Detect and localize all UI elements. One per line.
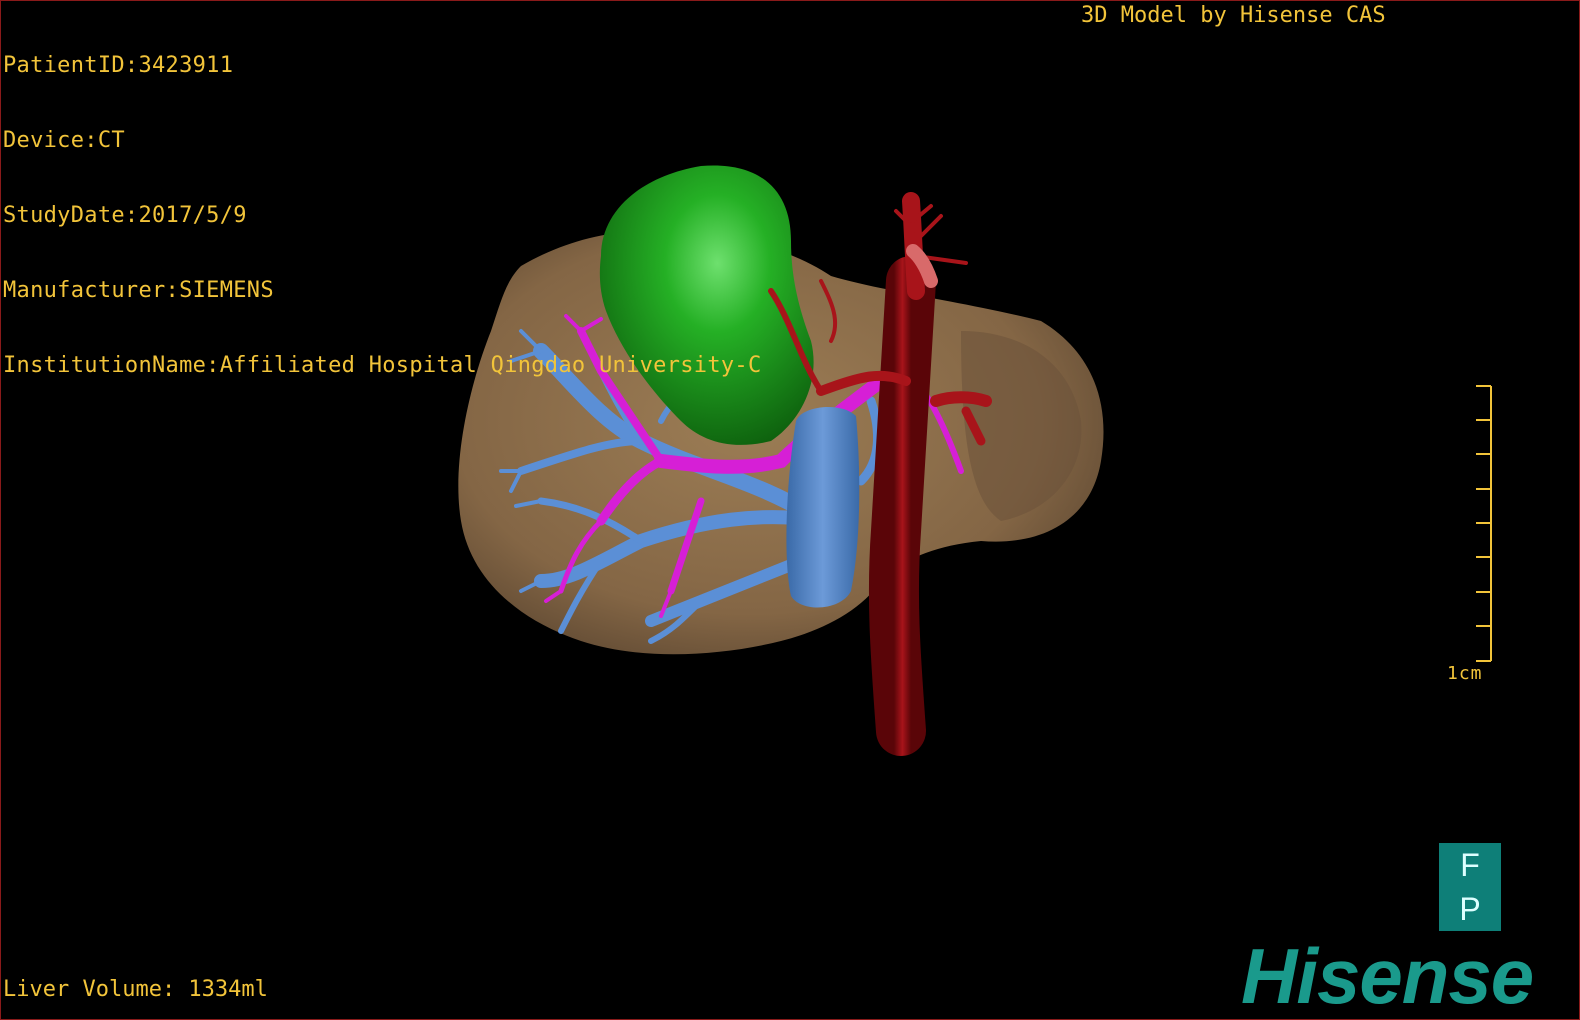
scale-bar-icon <box>1476 385 1492 662</box>
patient-id: PatientID:3423911 <box>3 53 234 78</box>
orientation-cube-icon[interactable]: F P <box>1439 843 1501 931</box>
dicom-info-overlay: PatientID:3423911 Device:CT StudyDate:20… <box>3 3 762 428</box>
manufacturer: Manufacturer:SIEMENS <box>3 278 274 303</box>
liver-volume: Liver Volume: 1334ml <box>3 977 268 1002</box>
3d-viewport[interactable]: PatientID:3423911 Device:CT StudyDate:20… <box>0 0 1580 1020</box>
study-date: StudyDate:2017/5/9 <box>3 203 247 228</box>
orientation-posterior-label: P <box>1459 891 1481 927</box>
device: Device:CT <box>3 128 125 153</box>
institution-name: InstitutionName:Affiliated Hospital Qing… <box>3 353 762 378</box>
scale-bar-label: 1cm <box>1447 663 1483 684</box>
hisense-logo: Hisense <box>1241 932 1534 1020</box>
inferior-vena-cava <box>786 406 860 608</box>
orientation-front-label: F <box>1460 847 1480 883</box>
model-credit: 3D Model by Hisense CAS <box>1081 3 1386 28</box>
